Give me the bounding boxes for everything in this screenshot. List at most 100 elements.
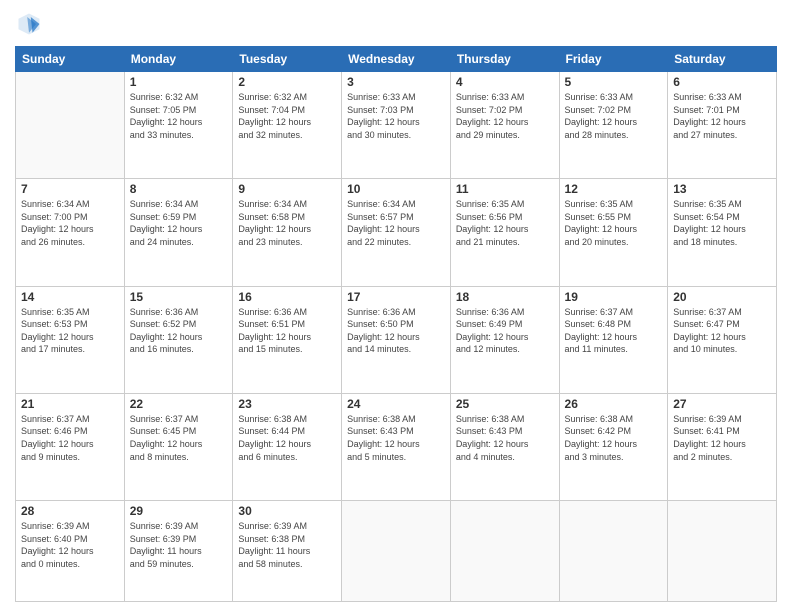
calendar-cell: 22Sunrise: 6:37 AMSunset: 6:45 PMDayligh… [124, 393, 233, 500]
calendar-cell: 20 Sunrise: 6:37 AMSunset: 6:47 PMDayligh… [668, 286, 777, 393]
day-info: Sunrise: 6:33 AMSunset: 7:03 PMDaylight:… [347, 91, 445, 141]
day-number: 19 [565, 290, 663, 304]
calendar-cell: 26 Sunrise: 6:38 AMSunset: 6:42 PMDayligh… [559, 393, 668, 500]
calendar-cell: 5 Sunrise: 6:33 AMSunset: 7:02 PMDaylight… [559, 72, 668, 179]
page-header [15, 10, 777, 38]
calendar-week-row: 14 Sunrise: 6:35 AMSunset: 6:53 PMDayligh… [16, 286, 777, 393]
day-number: 9 [238, 182, 336, 196]
calendar-cell: 3 Sunrise: 6:33 AMSunset: 7:03 PMDaylight… [342, 72, 451, 179]
calendar-cell: 10Sunrise: 6:34 AMSunset: 6:57 PMDayligh… [342, 179, 451, 286]
day-info: Sunrise: 6:39 AMSunset: 6:41 PMDaylight:… [673, 413, 771, 463]
day-info: Sunrise: 6:36 AMSunset: 6:51 PMDaylight:… [238, 306, 336, 356]
calendar-cell: 29 Sunrise: 6:39 AMSunset: 6:39 PMDayligh… [124, 501, 233, 602]
day-info: Sunrise: 6:34 AMSunset: 6:58 PMDaylight:… [238, 198, 336, 248]
day-number: 30 [238, 504, 336, 518]
day-info: Sunrise: 6:33 AMSunset: 7:02 PMDaylight:… [456, 91, 554, 141]
calendar-cell: 30 Sunrise: 6:39 AMSunset: 6:38 PMDayligh… [233, 501, 342, 602]
day-number: 18 [456, 290, 554, 304]
calendar-cell: 14 Sunrise: 6:35 AMSunset: 6:53 PMDayligh… [16, 286, 125, 393]
day-number: 5 [565, 75, 663, 89]
calendar-cell: 21 Sunrise: 6:37 AMSunset: 6:46 PMDayligh… [16, 393, 125, 500]
day-number: 29 [130, 504, 228, 518]
calendar-cell: 18 Sunrise: 6:36 AMSunset: 6:49 PMDayligh… [450, 286, 559, 393]
day-info: Sunrise: 6:37 AMSunset: 6:47 PMDaylight:… [673, 306, 771, 356]
day-info: Sunrise: 6:36 AMSunset: 6:49 PMDaylight:… [456, 306, 554, 356]
calendar-cell: 8Sunrise: 6:34 AMSunset: 6:59 PMDaylight… [124, 179, 233, 286]
calendar-cell [16, 72, 125, 179]
day-info: Sunrise: 6:34 AMSunset: 6:57 PMDaylight:… [347, 198, 445, 248]
calendar-cell: 11 Sunrise: 6:35 AMSunset: 6:56 PMDayligh… [450, 179, 559, 286]
calendar-cell: 12 Sunrise: 6:35 AMSunset: 6:55 PMDayligh… [559, 179, 668, 286]
calendar-cell: 4 Sunrise: 6:33 AMSunset: 7:02 PMDaylight… [450, 72, 559, 179]
day-info: Sunrise: 6:32 AMSunset: 7:05 PMDaylight:… [130, 91, 228, 141]
calendar-week-row: 1 Sunrise: 6:32 AMSunset: 7:05 PMDaylight… [16, 72, 777, 179]
calendar-cell: 7Sunrise: 6:34 AMSunset: 7:00 PMDaylight… [16, 179, 125, 286]
day-number: 17 [347, 290, 445, 304]
calendar-cell: 17 Sunrise: 6:36 AMSunset: 6:50 PMDayligh… [342, 286, 451, 393]
day-number: 28 [21, 504, 119, 518]
calendar-cell: 9 Sunrise: 6:34 AMSunset: 6:58 PMDaylight… [233, 179, 342, 286]
logo [15, 10, 47, 38]
day-info: Sunrise: 6:38 AMSunset: 6:43 PMDaylight:… [347, 413, 445, 463]
logo-icon [15, 10, 43, 38]
day-info: Sunrise: 6:36 AMSunset: 6:52 PMDaylight:… [130, 306, 228, 356]
calendar-cell: 1 Sunrise: 6:32 AMSunset: 7:05 PMDaylight… [124, 72, 233, 179]
day-info: Sunrise: 6:38 AMSunset: 6:42 PMDaylight:… [565, 413, 663, 463]
day-number: 24 [347, 397, 445, 411]
day-number: 4 [456, 75, 554, 89]
calendar-cell: 24 Sunrise: 6:38 AMSunset: 6:43 PMDayligh… [342, 393, 451, 500]
day-info: Sunrise: 6:36 AMSunset: 6:50 PMDaylight:… [347, 306, 445, 356]
day-number: 21 [21, 397, 119, 411]
day-number: 15 [130, 290, 228, 304]
day-number: 6 [673, 75, 771, 89]
calendar-cell [668, 501, 777, 602]
day-number: 1 [130, 75, 228, 89]
day-info: Sunrise: 6:32 AMSunset: 7:04 PMDaylight:… [238, 91, 336, 141]
day-number: 26 [565, 397, 663, 411]
day-info: Sunrise: 6:33 AMSunset: 7:02 PMDaylight:… [565, 91, 663, 141]
day-info: Sunrise: 6:35 AMSunset: 6:55 PMDaylight:… [565, 198, 663, 248]
day-number: 13 [673, 182, 771, 196]
day-info: Sunrise: 6:39 AMSunset: 6:40 PMDaylight:… [21, 520, 119, 570]
calendar-week-row: 28 Sunrise: 6:39 AMSunset: 6:40 PMDayligh… [16, 501, 777, 602]
day-number: 27 [673, 397, 771, 411]
day-info: Sunrise: 6:35 AMSunset: 6:53 PMDaylight:… [21, 306, 119, 356]
day-info: Sunrise: 6:39 AMSunset: 6:38 PMDaylight:… [238, 520, 336, 570]
calendar-cell: 16Sunrise: 6:36 AMSunset: 6:51 PMDayligh… [233, 286, 342, 393]
day-number: 23 [238, 397, 336, 411]
calendar-cell [559, 501, 668, 602]
calendar-cell: 6 Sunrise: 6:33 AMSunset: 7:01 PMDaylight… [668, 72, 777, 179]
calendar-table: SundayMondayTuesdayWednesdayThursdayFrid… [15, 46, 777, 602]
calendar-cell: 25 Sunrise: 6:38 AMSunset: 6:43 PMDayligh… [450, 393, 559, 500]
day-info: Sunrise: 6:37 AMSunset: 6:46 PMDaylight:… [21, 413, 119, 463]
weekday-header-friday: Friday [559, 47, 668, 72]
day-number: 3 [347, 75, 445, 89]
day-info: Sunrise: 6:37 AMSunset: 6:48 PMDaylight:… [565, 306, 663, 356]
weekday-header-tuesday: Tuesday [233, 47, 342, 72]
day-number: 2 [238, 75, 336, 89]
day-number: 20 [673, 290, 771, 304]
calendar-cell: 2 Sunrise: 6:32 AMSunset: 7:04 PMDaylight… [233, 72, 342, 179]
weekday-header-wednesday: Wednesday [342, 47, 451, 72]
day-info: Sunrise: 6:35 AMSunset: 6:56 PMDaylight:… [456, 198, 554, 248]
day-number: 25 [456, 397, 554, 411]
calendar-cell: 15 Sunrise: 6:36 AMSunset: 6:52 PMDayligh… [124, 286, 233, 393]
calendar-header-row: SundayMondayTuesdayWednesdayThursdayFrid… [16, 47, 777, 72]
day-info: Sunrise: 6:34 AMSunset: 7:00 PMDaylight:… [21, 198, 119, 248]
calendar-week-row: 7Sunrise: 6:34 AMSunset: 7:00 PMDaylight… [16, 179, 777, 286]
day-number: 14 [21, 290, 119, 304]
calendar-week-row: 21 Sunrise: 6:37 AMSunset: 6:46 PMDayligh… [16, 393, 777, 500]
day-number: 12 [565, 182, 663, 196]
day-info: Sunrise: 6:33 AMSunset: 7:01 PMDaylight:… [673, 91, 771, 141]
calendar-cell: 19 Sunrise: 6:37 AMSunset: 6:48 PMDayligh… [559, 286, 668, 393]
weekday-header-saturday: Saturday [668, 47, 777, 72]
weekday-header-sunday: Sunday [16, 47, 125, 72]
calendar-cell: 27 Sunrise: 6:39 AMSunset: 6:41 PMDayligh… [668, 393, 777, 500]
day-info: Sunrise: 6:39 AMSunset: 6:39 PMDaylight:… [130, 520, 228, 570]
calendar-cell: 23 Sunrise: 6:38 AMSunset: 6:44 PMDayligh… [233, 393, 342, 500]
day-info: Sunrise: 6:38 AMSunset: 6:43 PMDaylight:… [456, 413, 554, 463]
day-number: 11 [456, 182, 554, 196]
day-info: Sunrise: 6:38 AMSunset: 6:44 PMDaylight:… [238, 413, 336, 463]
calendar-cell: 13Sunrise: 6:35 AMSunset: 6:54 PMDayligh… [668, 179, 777, 286]
calendar-cell: 28 Sunrise: 6:39 AMSunset: 6:40 PMDayligh… [16, 501, 125, 602]
